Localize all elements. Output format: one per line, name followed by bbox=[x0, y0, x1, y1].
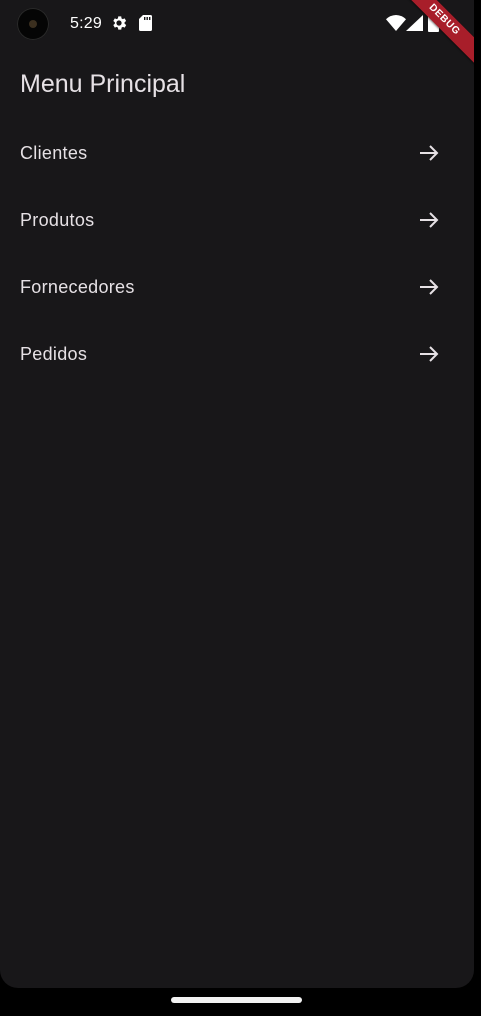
menu-item-label: Fornecedores bbox=[20, 276, 135, 297]
wifi-icon bbox=[386, 15, 406, 31]
menu-item-fornecedores[interactable]: Fornecedores bbox=[0, 253, 474, 320]
app-screen: 5:29 DEBUG Menu Principal Clientes Produ… bbox=[0, 0, 474, 988]
signal-icon bbox=[406, 15, 423, 31]
menu-item-clientes[interactable]: Clientes bbox=[0, 119, 474, 186]
menu-item-label: Clientes bbox=[20, 142, 88, 163]
gear-icon bbox=[113, 16, 127, 30]
app-bar: Menu Principal bbox=[0, 48, 474, 120]
menu-item-produtos[interactable]: Produtos bbox=[0, 186, 474, 253]
menu-item-pedidos[interactable]: Pedidos bbox=[0, 320, 474, 387]
home-indicator[interactable] bbox=[171, 997, 302, 1003]
menu-item-label: Pedidos bbox=[20, 343, 88, 364]
sd-card-icon bbox=[139, 15, 152, 31]
arrow-forward-icon bbox=[420, 211, 439, 228]
menu-list: Clientes Produtos Fornecedores Pedidos bbox=[0, 119, 474, 387]
page-title: Menu Principal bbox=[20, 70, 186, 98]
status-time: 5:29 bbox=[70, 15, 102, 32]
status-bar: 5:29 DEBUG bbox=[0, 0, 474, 76]
arrow-forward-icon bbox=[420, 144, 439, 161]
camera-cutout bbox=[17, 8, 49, 40]
arrow-forward-icon bbox=[420, 345, 439, 362]
menu-item-label: Produtos bbox=[20, 209, 95, 230]
arrow-forward-icon bbox=[420, 278, 439, 295]
